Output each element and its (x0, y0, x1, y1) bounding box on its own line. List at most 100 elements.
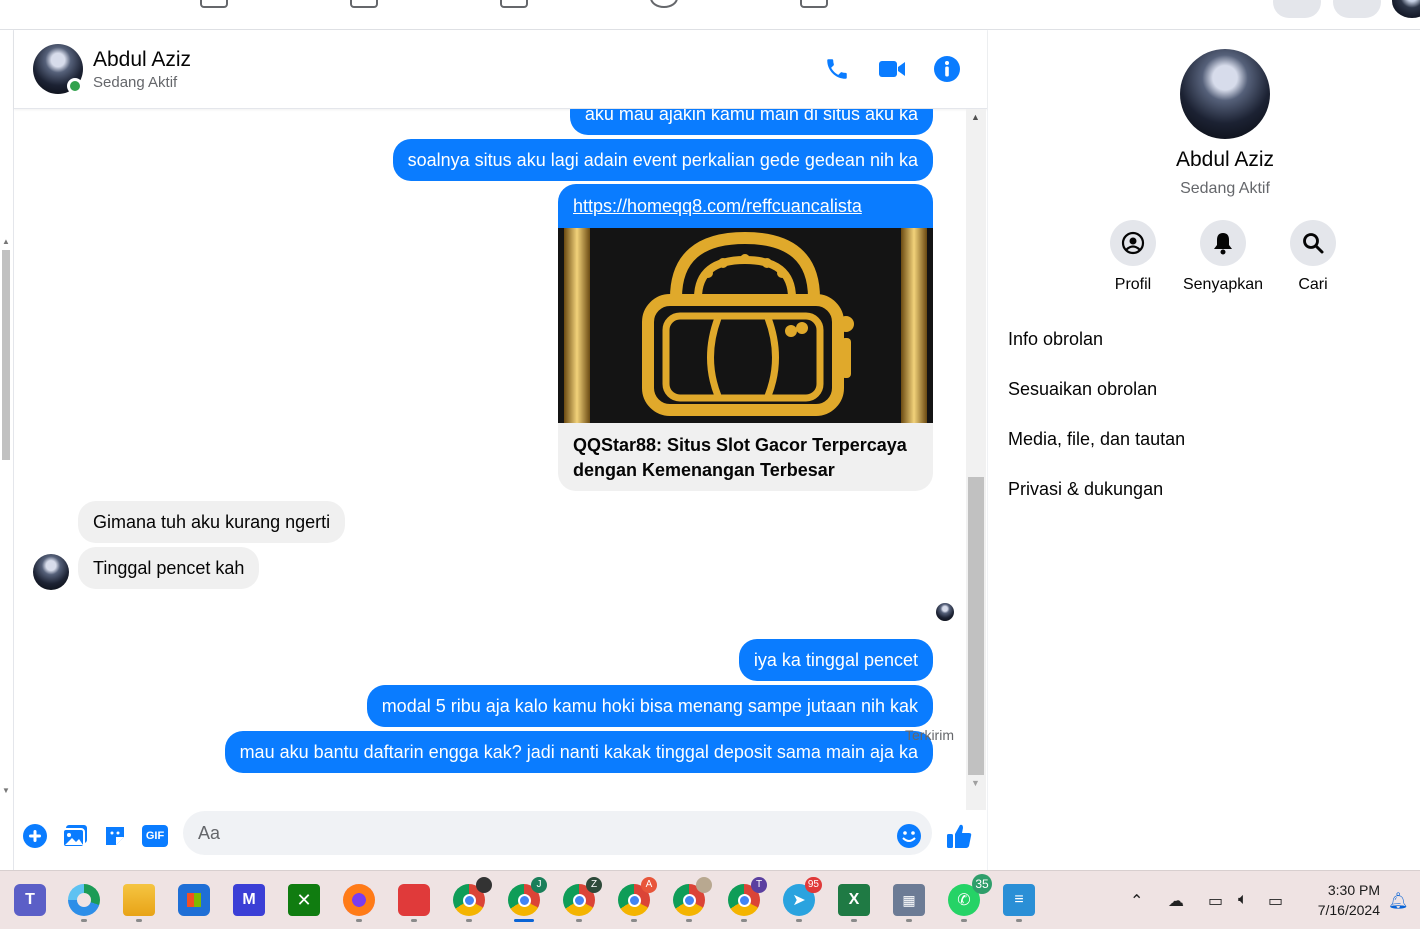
clock-date: 7/16/2024 (1317, 902, 1380, 918)
system-clock[interactable]: 3:30 PM 7/16/2024 (1300, 880, 1380, 920)
scroll-down-arrow-icon[interactable]: ▼ (2, 786, 10, 795)
sticker-button[interactable] (101, 822, 129, 850)
voice-call-button[interactable] (822, 54, 852, 84)
incoming-message[interactable]: Tinggal pencet kah (78, 547, 260, 589)
outgoing-message[interactable]: iya ka tinggal pencet (738, 639, 933, 681)
running-indicator (411, 919, 417, 922)
thumbs-up-icon (947, 824, 972, 848)
menu-chat-info[interactable]: Info obrolan (1008, 329, 1103, 350)
gif-button[interactable]: GIF (141, 822, 169, 850)
left-scroll-strip: ▲ ▼ (0, 30, 14, 870)
link-preview-image[interactable] (558, 228, 933, 423)
mute-action[interactable]: Senyapkan (1178, 220, 1268, 294)
scroll-up-arrow-icon[interactable]: ▲ (971, 112, 980, 122)
mute-action-label: Senyapkan (1182, 276, 1264, 293)
file-explorer-icon[interactable] (123, 884, 155, 916)
seen-avatar (936, 603, 954, 621)
outgoing-message[interactable]: modal 5 ribu aja kalo kamu hoki bisa men… (366, 685, 933, 727)
outgoing-message[interactable]: mau aku bantu daftarin engga kak? jadi n… (224, 731, 933, 773)
conversation-info-button[interactable] (932, 54, 962, 84)
watch-icon[interactable] (500, 0, 528, 8)
profile-action[interactable]: Profil (1088, 220, 1178, 294)
attach-photo-button[interactable] (61, 822, 89, 850)
active-indicator (514, 919, 534, 922)
emoji-button[interactable] (895, 822, 923, 850)
info-icon (934, 56, 960, 82)
firefox-icon[interactable] (343, 884, 375, 916)
whatsapp-icon[interactable]: ✆ 35 (948, 874, 992, 916)
message-list[interactable]: aku mau ajakin kamu main di situs aku ka… (14, 109, 966, 809)
scroll-thumb[interactable] (2, 250, 10, 460)
info-contact-name[interactable]: Abdul Aziz (988, 148, 1420, 172)
marketplace-icon[interactable] (200, 0, 228, 8)
chrome-icon[interactable]: A (618, 877, 657, 916)
xbox-icon[interactable]: ✕ (288, 884, 320, 916)
menu-privacy-support[interactable]: Privasi & dukungan (1008, 479, 1163, 500)
app-icon[interactable] (398, 884, 430, 916)
message-scrollbar[interactable]: ▲ ▼ (966, 109, 986, 824)
sent-status: Terkirim (905, 727, 954, 743)
menu-customize-chat[interactable]: Sesuaikan obrolan (1008, 379, 1157, 400)
notification-bell-icon[interactable]: 🔔︎ (1388, 891, 1410, 911)
contact-name[interactable]: Abdul Aziz (93, 48, 191, 72)
scroll-up-arrow-icon[interactable]: ▲ (2, 237, 10, 246)
gaming-icon[interactable] (650, 0, 678, 8)
video-call-button[interactable] (877, 54, 907, 84)
battery-icon[interactable]: ▭ (1268, 891, 1290, 911)
menu-media-files-links[interactable]: Media, file, dan tautan (1008, 429, 1185, 450)
edge-icon[interactable] (68, 884, 100, 916)
outgoing-message[interactable]: soalnya situs aku lagi adain event perka… (392, 139, 933, 181)
outgoing-message[interactable]: aku mau ajakin kamu main di situs aku ka (569, 109, 933, 135)
profile-icon[interactable] (1110, 220, 1156, 266)
cloud-offline-icon[interactable]: ☁ (1168, 891, 1190, 911)
excel-icon[interactable]: X (838, 884, 870, 916)
running-indicator (796, 919, 802, 922)
account-avatar[interactable] (1392, 0, 1420, 18)
message-input[interactable] (183, 811, 932, 855)
running-indicator (961, 919, 967, 922)
chat-header: Abdul Aziz Sedang Aktif (14, 30, 987, 109)
notepad-icon[interactable]: ≡ (1003, 884, 1035, 916)
menu-grid-button[interactable] (1273, 0, 1321, 18)
running-indicator (906, 919, 912, 922)
scroll-thumb[interactable] (968, 477, 984, 775)
link-url[interactable]: https://homeqq8.com/reffcuancalista (558, 184, 933, 228)
sender-avatar[interactable] (33, 554, 69, 590)
gif-icon: GIF (142, 825, 168, 847)
news-icon[interactable] (800, 0, 828, 8)
calculator-icon[interactable]: ▦ (893, 884, 925, 916)
running-indicator (1016, 919, 1022, 922)
windows-taskbar: T M ✕ J Z A T ➤ 95 X ▦ ✆ 35 ≡ ⌃ ☁ ▭ 🔈︎ ▭ 3… (0, 870, 1420, 929)
bell-icon[interactable] (1200, 220, 1246, 266)
link-title[interactable]: QQStar88: Situs Slot Gacor Terpercaya de… (558, 423, 933, 491)
like-send-button[interactable] (945, 822, 973, 850)
info-avatar[interactable] (1180, 49, 1270, 139)
search-action[interactable]: Cari (1268, 220, 1358, 294)
chrome-icon[interactable] (453, 877, 492, 916)
mail-icon[interactable]: M (233, 884, 265, 916)
running-indicator (356, 919, 362, 922)
phone-icon (827, 59, 847, 79)
info-contact-status: Sedang Aktif (1180, 180, 1270, 197)
chevron-up-icon[interactable]: ⌃ (1130, 891, 1152, 911)
volume-icon[interactable]: 🔈︎ (1238, 891, 1260, 911)
chrome-icon[interactable]: J (508, 877, 547, 916)
store-icon[interactable] (178, 884, 210, 916)
photo-icon (62, 825, 87, 848)
groups-icon[interactable] (350, 0, 378, 8)
profile-badge: J (531, 877, 547, 893)
scroll-down-arrow-icon[interactable]: ▼ (971, 778, 980, 788)
link-preview-card[interactable]: https://homeqq8.com/reffcuancalista QQSt… (558, 184, 933, 491)
chrome-icon[interactable]: T (728, 877, 767, 916)
conversation-info-panel: Abdul Aziz Sedang Aktif Profil Senyapkan… (988, 30, 1420, 870)
running-indicator (741, 919, 747, 922)
more-actions-button[interactable] (21, 822, 49, 850)
chrome-icon[interactable] (673, 877, 712, 916)
search-icon[interactable] (1290, 220, 1336, 266)
network-icon[interactable]: ▭ (1208, 891, 1230, 911)
incoming-message[interactable]: Gimana tuh aku kurang ngerti (78, 501, 346, 543)
telegram-icon[interactable]: ➤ 95 (783, 877, 822, 916)
messenger-button[interactable] (1333, 0, 1381, 18)
chrome-icon[interactable]: Z (563, 877, 602, 916)
teams-icon[interactable]: T (14, 884, 46, 916)
